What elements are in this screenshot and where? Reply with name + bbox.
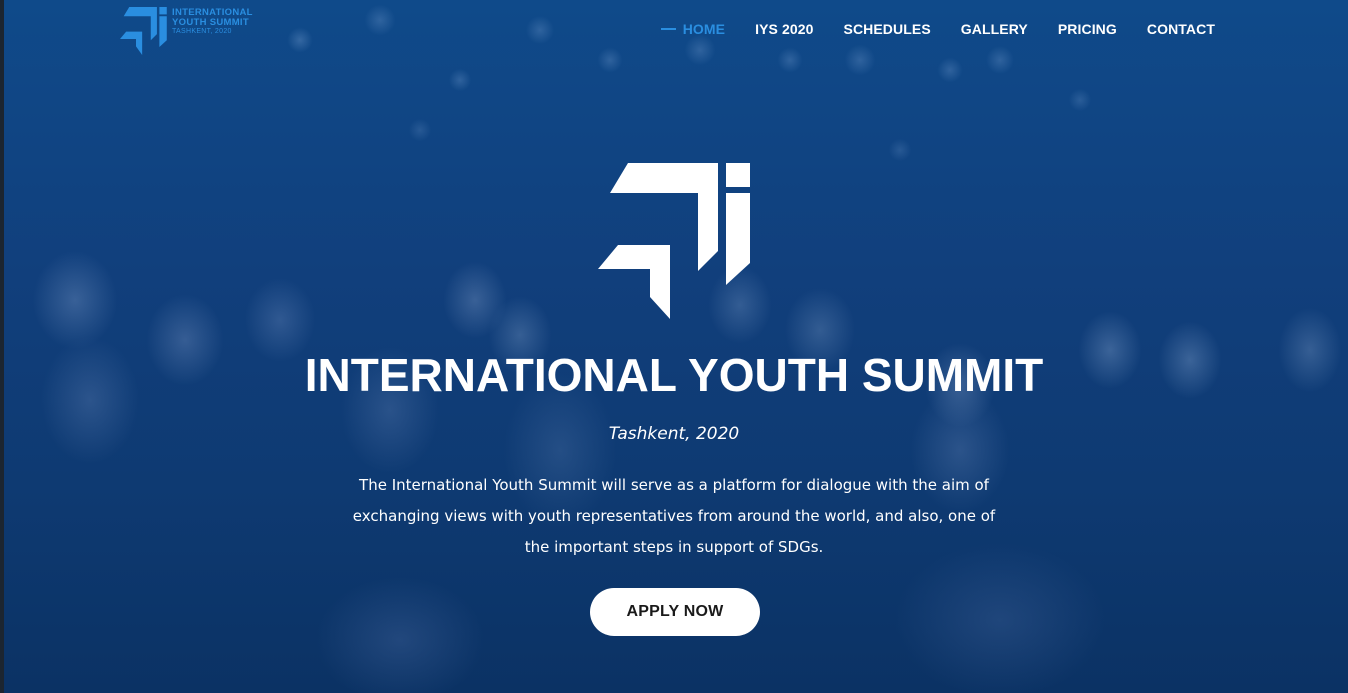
nav-item-label: PRICING	[1057, 21, 1117, 37]
active-indicator	[660, 28, 676, 30]
page-edge	[0, 0, 4, 693]
hero-description: The International Youth Summit will serv…	[352, 476, 996, 556]
summit-logo-icon	[120, 7, 167, 55]
brand-name-line2: YOUTH SUMMIT	[172, 16, 249, 28]
header: INTERNATIONAL YOUTH SUMMIT TASHKENT, 202…	[0, 0, 1348, 60]
nav-item-label: SCHEDULES	[843, 21, 931, 37]
nav-item-label: GALLERY	[960, 21, 1028, 37]
brand-text: INTERNATIONAL YOUTH SUMMIT TASHKENT, 202…	[172, 8, 253, 35]
nav-item-label: IYS 2020	[755, 21, 814, 37]
nav-item-schedules[interactable]: SCHEDULES	[844, 21, 931, 37]
brand-location: TASHKENT, 2020	[172, 28, 232, 35]
nav-item-iys-2020[interactable]: IYS 2020	[755, 21, 813, 37]
nav-item-contact[interactable]: CONTACT	[1147, 21, 1215, 37]
hero-section: INTERNATIONAL YOUTH SUMMIT TASHKENT, 202…	[0, 0, 1348, 693]
nav-item-pricing[interactable]: PRICING	[1058, 21, 1117, 37]
summit-logo-icon	[598, 163, 750, 319]
hero-title: INTERNATIONAL YOUTH SUMMIT	[304, 349, 1044, 401]
nav-item-label: CONTACT	[1146, 21, 1215, 37]
brand-logo-link[interactable]: INTERNATIONAL YOUTH SUMMIT TASHKENT, 202…	[120, 6, 253, 56]
nav-item-label: HOME	[682, 21, 726, 37]
hero-subtitle: Tashkent, 2020	[608, 424, 740, 444]
main-nav: HOME IYS 2020 SCHEDULES GALLERY PRICING …	[631, 21, 1215, 37]
nav-item-gallery[interactable]: GALLERY	[961, 21, 1028, 37]
apply-now-button[interactable]: APPLY NOW	[590, 588, 760, 636]
nav-item-home[interactable]: HOME	[660, 21, 726, 37]
